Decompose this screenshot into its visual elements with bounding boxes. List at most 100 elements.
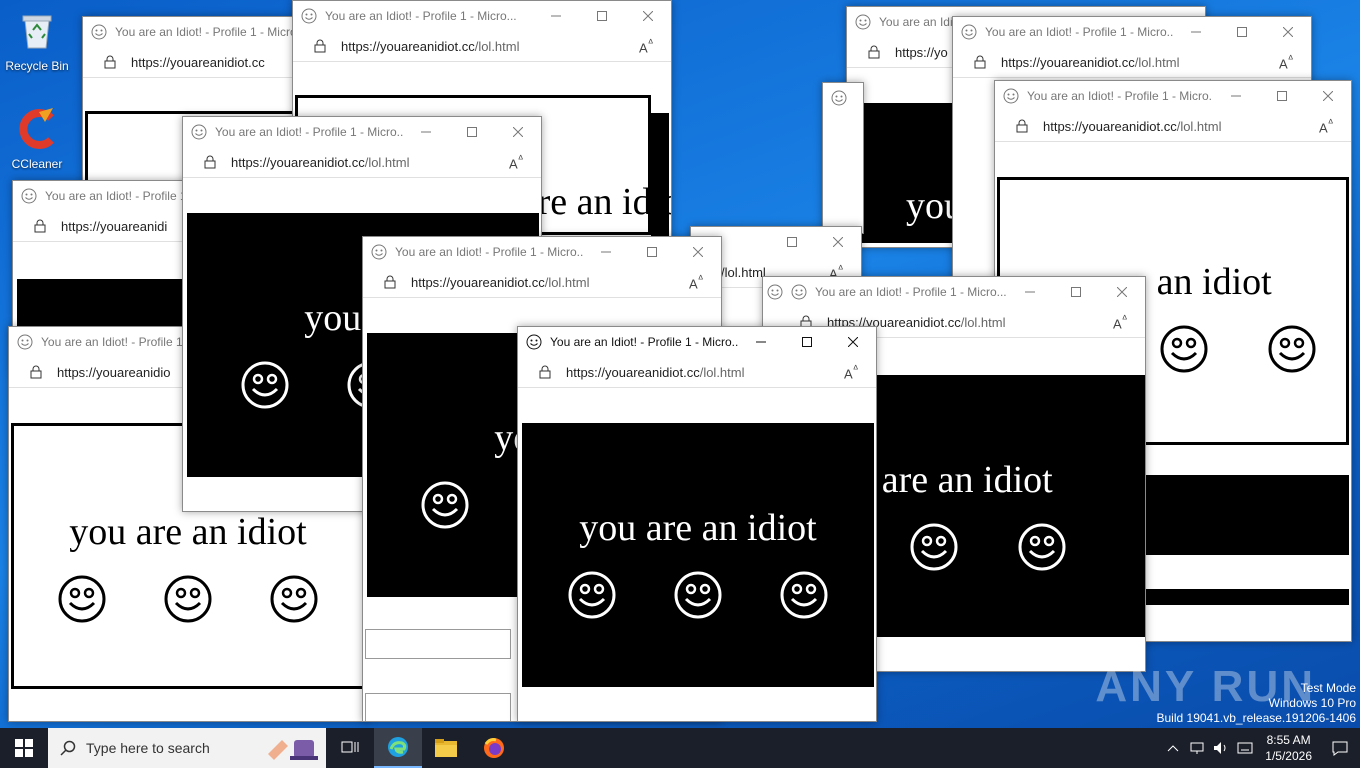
window-title: You are an Idiot! - Profile 1 - Micro... <box>215 125 403 139</box>
title-bar[interactable]: You are an Idiot! - Profile 1 - Micro... <box>518 327 876 357</box>
network-button[interactable] <box>1185 741 1209 755</box>
url-text: https://youareanidiot.cc/lol.html <box>1043 119 1319 134</box>
window-title: You are an Idiot! - Profile 1 - Micro... <box>815 285 1007 299</box>
minimize-button[interactable] <box>1007 277 1053 307</box>
close-button[interactable] <box>1305 81 1351 111</box>
smiley-tab-icon <box>831 90 847 106</box>
url-host: https://youareanidiot.cc <box>411 274 545 290</box>
minimize-button[interactable] <box>738 327 784 357</box>
keyboard-icon <box>1237 742 1253 754</box>
minimize-button[interactable] <box>403 117 449 147</box>
title-bar[interactable]: You are an Idiot! - Profile 1 - Micro... <box>363 237 721 267</box>
input-method-button[interactable] <box>1233 741 1257 755</box>
read-aloud-icon[interactable]: Aᐞ <box>1319 117 1345 135</box>
read-aloud-icon[interactable]: Aᐞ <box>639 37 665 55</box>
minimize-icon <box>1231 95 1241 97</box>
close-button[interactable] <box>625 1 671 31</box>
build-text: Build 19041.vb_release.191206-1406 <box>1156 711 1357 725</box>
url-path: /lol.html <box>364 154 410 170</box>
close-icon <box>643 11 653 21</box>
system-tray: 8:55 AM 1/5/2026 <box>1161 728 1360 768</box>
title-bar[interactable]: You are an Idiot! - Profile 1 - Micro... <box>953 17 1311 47</box>
maximize-button[interactable] <box>579 1 625 31</box>
url-path: /lol.html <box>1176 118 1222 134</box>
url-text: https://youareanidiot.cc/lol.html <box>341 39 639 54</box>
title-bar[interactable]: You are an Idiot! - Profile 1 - Micro... <box>763 277 1145 307</box>
edge-icon <box>388 737 408 757</box>
smiley-tab-icon <box>301 8 317 24</box>
close-icon <box>848 337 858 347</box>
address-bar[interactable]: https://youareanidiot.cc/lol.html Aᐞ <box>183 147 541 178</box>
taskbar-clock[interactable]: 8:55 AM 1/5/2026 <box>1265 732 1312 764</box>
close-button[interactable] <box>675 237 721 267</box>
taskbar: Type here to search 8:55 AM 1/5/2026 <box>0 728 1360 768</box>
active-browser-window[interactable]: You are an Idiot! - Profile 1 - Micro...… <box>517 326 877 722</box>
title-bar[interactable] <box>823 83 863 113</box>
title-bar[interactable]: You are an Idiot! - Profile 1 - Micro... <box>183 117 541 147</box>
address-bar[interactable]: https://youareanidiot.cc/lol.html Aᐞ <box>293 31 671 62</box>
read-aloud-icon[interactable]: Aᐞ <box>689 273 715 291</box>
minimize-button[interactable] <box>1173 17 1219 47</box>
maximize-button[interactable] <box>449 117 495 147</box>
lock-icon <box>384 275 396 289</box>
clock-date: 1/5/2026 <box>1265 749 1312 763</box>
maximize-button[interactable] <box>629 237 675 267</box>
browser-window[interactable] <box>822 82 864 234</box>
address-bar[interactable]: https://youareanidiot.cc/lol.html Aᐞ <box>953 47 1311 78</box>
address-bar[interactable]: https://youareanidiot.cc/lol.html Aᐞ <box>363 267 721 298</box>
close-button[interactable] <box>830 327 876 357</box>
smiley-tab-icon <box>17 334 33 350</box>
taskbar-search-box[interactable]: Type here to search <box>48 728 326 768</box>
windows-logo-icon <box>15 739 33 757</box>
page-message: you are an idiot <box>69 511 307 553</box>
search-placeholder: Type here to search <box>86 740 210 756</box>
close-button[interactable] <box>1099 277 1145 307</box>
smiley-tab-icon <box>371 244 387 260</box>
smiley-row <box>420 480 470 530</box>
url-host: https://youareanidiot.cc <box>1001 54 1135 70</box>
close-button[interactable] <box>1265 17 1311 47</box>
title-bar[interactable]: You are an Idiot! - Profile 1 - Micro... <box>995 81 1351 111</box>
volume-button[interactable] <box>1209 741 1233 755</box>
smiley-row <box>57 574 319 624</box>
minimize-button[interactable] <box>533 1 579 31</box>
maximize-icon <box>1071 287 1081 297</box>
close-button[interactable] <box>815 227 861 257</box>
show-hidden-icons-button[interactable] <box>1161 744 1185 752</box>
close-button[interactable] <box>495 117 541 147</box>
close-icon <box>833 237 843 247</box>
minimize-icon <box>756 341 766 343</box>
search-icon <box>60 740 76 756</box>
read-aloud-icon[interactable]: Aᐞ <box>1113 313 1139 331</box>
minimize-button[interactable] <box>583 237 629 267</box>
address-bar[interactable]: https://youareanidiot.cc <box>83 47 323 78</box>
edge-taskbar-button[interactable] <box>374 728 422 768</box>
title-bar[interactable]: You are an Idiot! - Profile 1 - Micro... <box>293 1 671 31</box>
maximize-icon <box>1237 27 1247 37</box>
maximize-button[interactable] <box>784 327 830 357</box>
minimize-button[interactable] <box>1213 81 1259 111</box>
address-bar[interactable]: https://youareanidiot.cc/lol.html Aᐞ <box>518 357 876 388</box>
url-path: /lol.html <box>699 364 745 380</box>
read-aloud-icon[interactable]: Aᐞ <box>1279 53 1305 71</box>
desktop-icon-ccleaner[interactable]: CCleaner <box>1 106 73 171</box>
read-aloud-icon[interactable]: Aᐞ <box>844 363 870 381</box>
maximize-button[interactable] <box>1219 17 1265 47</box>
maximize-button[interactable] <box>769 227 815 257</box>
start-button[interactable] <box>0 728 48 768</box>
volume-icon <box>1214 742 1226 754</box>
firefox-taskbar-button[interactable] <box>470 728 518 768</box>
maximize-button[interactable] <box>1259 81 1305 111</box>
maximize-button[interactable] <box>1053 277 1099 307</box>
address-bar[interactable]: https://youareanidiot.cc/lol.html Aᐞ <box>995 111 1351 142</box>
lock-icon <box>539 365 551 379</box>
read-aloud-icon[interactable]: Aᐞ <box>509 153 535 171</box>
file-explorer-taskbar-button[interactable] <box>422 728 470 768</box>
title-bar[interactable]: You are an Idiot! - Profile 1 - Micro... <box>83 17 323 47</box>
notifications-button[interactable] <box>1320 740 1360 756</box>
desktop-icon-recycle-bin[interactable]: Recycle Bin <box>1 8 73 73</box>
lock-icon <box>868 45 880 59</box>
minimize-icon <box>1025 291 1035 293</box>
desktop-icon-label: Recycle Bin <box>5 59 69 73</box>
task-view-button[interactable] <box>326 728 374 768</box>
